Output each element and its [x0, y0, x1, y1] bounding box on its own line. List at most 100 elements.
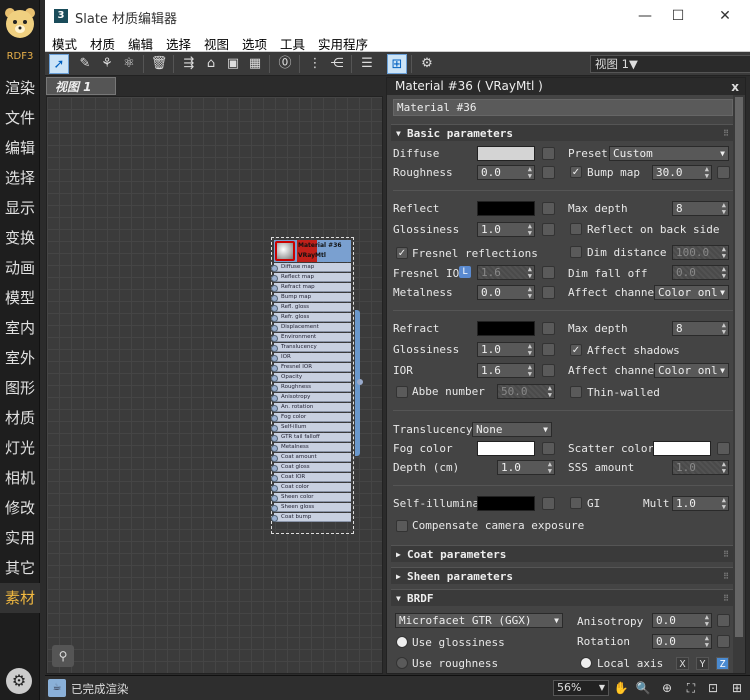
sidebar-item-model[interactable]: 模型 [0, 283, 40, 313]
node-slot[interactable]: Coat bump [271, 513, 351, 522]
view-select[interactable]: 视图 1▼ [590, 55, 750, 73]
node-slot[interactable]: Refl. gloss [271, 303, 351, 312]
axis-x-button[interactable]: X [676, 657, 689, 670]
put-material-icon[interactable]: ⚘ [97, 54, 117, 74]
reflect-color-swatch[interactable] [477, 201, 535, 216]
bump-map-button[interactable] [717, 166, 730, 179]
scatter-color-swatch[interactable] [653, 441, 711, 456]
metalness-spinner[interactable]: 0.0 ▲ ▼ [477, 285, 535, 300]
node-slot[interactable]: Anisotropy [271, 393, 351, 402]
refr-glossiness-map-button[interactable] [542, 343, 555, 356]
assign-material-icon[interactable]: ⚛ [119, 54, 139, 74]
node-slot[interactable]: Diffuse map [271, 263, 351, 272]
minimize-button[interactable]: — [630, 4, 660, 28]
sidebar-item-material[interactable]: 材质 [0, 403, 40, 433]
roughness-spinner[interactable]: 0.0 ▲ ▼ [477, 165, 535, 180]
menu-utilities[interactable]: 实用程序 [318, 34, 368, 53]
eyedropper-icon[interactable]: ✎ [75, 54, 95, 74]
layout-all-icon[interactable]: ⋮ [305, 54, 325, 74]
translucency-dropdown[interactable]: None ▼ [472, 422, 552, 437]
sidebar-item-lights[interactable]: 灯光 [0, 433, 40, 463]
sidebar-item-utility[interactable]: 实用 [0, 523, 40, 553]
node-slot[interactable]: An. rotation [271, 403, 351, 412]
sidebar-item-exterior[interactable]: 室外 [0, 343, 40, 373]
bump-map-spinner[interactable]: 30.0 ▲ ▼ [652, 165, 712, 180]
use-glossiness-radio[interactable] [396, 636, 408, 648]
self-illum-color-swatch[interactable] [477, 496, 535, 511]
close-button[interactable]: ✕ [710, 4, 740, 28]
sidebar-item-assets[interactable]: 素材 [0, 583, 40, 613]
fresnel-ior-lock-button[interactable]: L [459, 266, 471, 278]
node-slot[interactable]: Sheen gloss [271, 503, 351, 512]
navigator-icon[interactable]: ⚙ [417, 54, 437, 74]
fog-color-map-button[interactable] [542, 442, 555, 455]
fresnel-ior-map-button[interactable] [542, 266, 555, 279]
sidebar-item-display[interactable]: 显示 [0, 193, 40, 223]
binoculars-icon[interactable]: ⚲ [52, 645, 74, 667]
view-tab[interactable]: 视图 1 [46, 77, 116, 95]
sidebar-item-render[interactable]: 渲染 [0, 73, 40, 103]
anisotropy-spinner[interactable]: 0.0 ▲ ▼ [652, 613, 712, 628]
checker-icon[interactable]: ▦ [245, 54, 265, 74]
scatter-color-map-button[interactable] [717, 442, 730, 455]
roughness-map-button[interactable] [542, 166, 555, 179]
select-tool-icon[interactable]: ➚ [49, 54, 69, 74]
panel-scrollbar[interactable] [733, 95, 745, 673]
metalness-map-button[interactable] [542, 286, 555, 299]
node-header[interactable]: Material #36 VRayMtl [274, 240, 351, 262]
menu-select[interactable]: 选择 [166, 34, 191, 53]
node-slot[interactable]: Self-illum [271, 423, 351, 432]
node-slot[interactable]: Coat IOR [271, 473, 351, 482]
zoom-region-icon[interactable]: ⊕ [659, 680, 675, 696]
diffuse-map-button[interactable] [542, 147, 555, 160]
node-slot[interactable]: IOR [271, 353, 351, 362]
abbe-spinner[interactable]: 50.0 ▲ ▼ [497, 384, 555, 399]
zoom-select[interactable]: 56% ▼ [553, 680, 609, 696]
node-slot[interactable]: Bump map [271, 293, 351, 302]
local-axis-radio[interactable] [580, 657, 592, 669]
axis-z-button[interactable]: Z [716, 657, 729, 670]
sidebar-item-interior[interactable]: 室内 [0, 313, 40, 343]
node-slot[interactable]: Metalness [271, 443, 351, 452]
fresnel-ior-spinner[interactable]: 1.6 ▲ ▼ [477, 265, 535, 280]
zoom-extents-icon[interactable]: ⛶ [683, 680, 699, 696]
reflect-map-button[interactable] [542, 202, 555, 215]
sidebar-item-transform[interactable]: 变换 [0, 223, 40, 253]
node-slot[interactable]: Roughness [271, 383, 351, 392]
material-node[interactable]: Material #36 VRayMtl Diffuse map Reflect … [271, 237, 363, 534]
use-roughness-radio[interactable] [396, 657, 408, 669]
material-name-input[interactable]: Material #36 [393, 99, 733, 116]
section-basic-parameters[interactable]: ▼ Basic parameters ⠿ [391, 124, 733, 141]
sidebar-item-file[interactable]: 文件 [0, 103, 40, 133]
sidebar-item-camera[interactable]: 相机 [0, 463, 40, 493]
menu-options[interactable]: 选项 [242, 34, 267, 53]
gear-icon[interactable]: ⚙ [6, 668, 32, 694]
brdf-type-dropdown[interactable]: Microfacet GTR (GGX) ▼ [395, 613, 563, 628]
gi-checkbox[interactable] [570, 497, 582, 509]
menu-view[interactable]: 视图 [204, 34, 229, 53]
layout-children-icon[interactable]: ⋲ [327, 54, 347, 74]
refl-glossiness-spinner[interactable]: 1.0 ▲ ▼ [477, 222, 535, 237]
sidebar-item-animation[interactable]: 动画 [0, 253, 40, 283]
ior-map-button[interactable] [542, 364, 555, 377]
reflect-back-checkbox[interactable] [570, 223, 582, 235]
sss-amount-spinner[interactable]: 1.0 ▲ ▼ [672, 460, 729, 475]
node-output-socket[interactable] [357, 379, 363, 385]
node-slot[interactable]: Sheen color [271, 493, 351, 502]
layout-icon[interactable]: ⌂ [201, 54, 221, 74]
compensate-checkbox[interactable] [396, 520, 408, 532]
abbe-checkbox[interactable] [396, 386, 408, 398]
node-slot[interactable]: Displacement [271, 323, 351, 332]
refr-affect-channel-dropdown[interactable]: Color onl ▼ [654, 363, 729, 378]
dim-distance-checkbox[interactable] [570, 246, 582, 258]
zoom-selected-icon[interactable]: ⊞ [729, 680, 745, 696]
zoom-extents-selected-icon[interactable]: ⊡ [705, 680, 721, 696]
menu-edit[interactable]: 编辑 [128, 34, 153, 53]
refl-glossiness-map-button[interactable] [542, 223, 555, 236]
depth-spinner[interactable]: 1.0 ▲ ▼ [497, 460, 555, 475]
dim-distance-spinner[interactable]: 100.0 ▲ ▼ [672, 245, 729, 260]
delete-icon[interactable]: 🗑 [149, 54, 169, 74]
menu-material[interactable]: 材质 [90, 34, 115, 53]
refl-max-depth-spinner[interactable]: 8 ▲ ▼ [672, 201, 729, 216]
menu-mode[interactable]: 模式 [52, 34, 77, 53]
